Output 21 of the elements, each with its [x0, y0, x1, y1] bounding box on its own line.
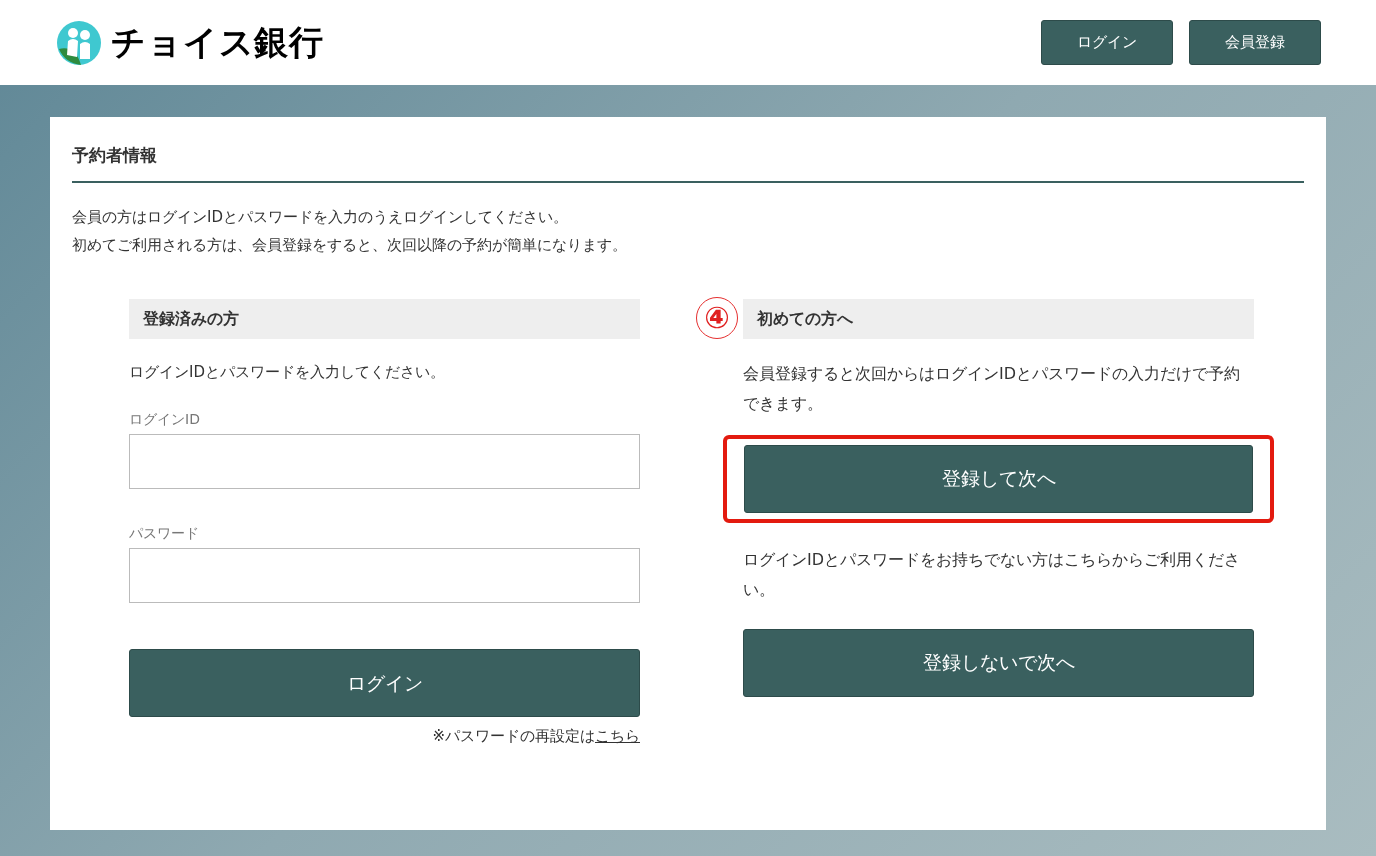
input-field[interactable] [129, 548, 640, 603]
guest-button[interactable]: 登録しないで次へ [743, 628, 1254, 697]
logo-icon [55, 18, 103, 67]
reset-link[interactable]: こちら [595, 727, 640, 745]
instruction-text: ログインIDとパスワードを入力してください。 [129, 361, 446, 383]
logo-text: チョイス銀行 [111, 21, 325, 64]
header-button[interactable]: 会員登録 [1189, 20, 1321, 65]
column-heading: 初めての方へ [743, 298, 1254, 339]
reset-text: ※パスワードの再設定は [432, 727, 595, 745]
intro-text: 会員の方はログインIDとパスワードを入力のうえログインしてください。 [72, 206, 569, 228]
intro-text: 初めてご利用される方は、会員登録をすると、次回以降の予約が簡単になります。 [72, 234, 628, 256]
field-label: ログインID [129, 410, 201, 429]
description-text: 会員登録すると次回からはログインIDとパスワードの入力だけで予約できます。 [743, 362, 1242, 415]
field-label: パスワード [129, 524, 200, 543]
section-title: 予約者情報 [72, 143, 1304, 183]
login-button[interactable]: ログイン [129, 649, 640, 717]
header-button[interactable]: ログイン [1041, 20, 1173, 65]
guest-description: ログインIDとパスワードをお持ちでない方はこちらからご利用ください。 [743, 548, 1242, 601]
input-field[interactable] [129, 434, 640, 489]
register-button[interactable]: 登録して次へ [744, 444, 1253, 513]
column-heading: 登録済みの方 [129, 298, 640, 339]
